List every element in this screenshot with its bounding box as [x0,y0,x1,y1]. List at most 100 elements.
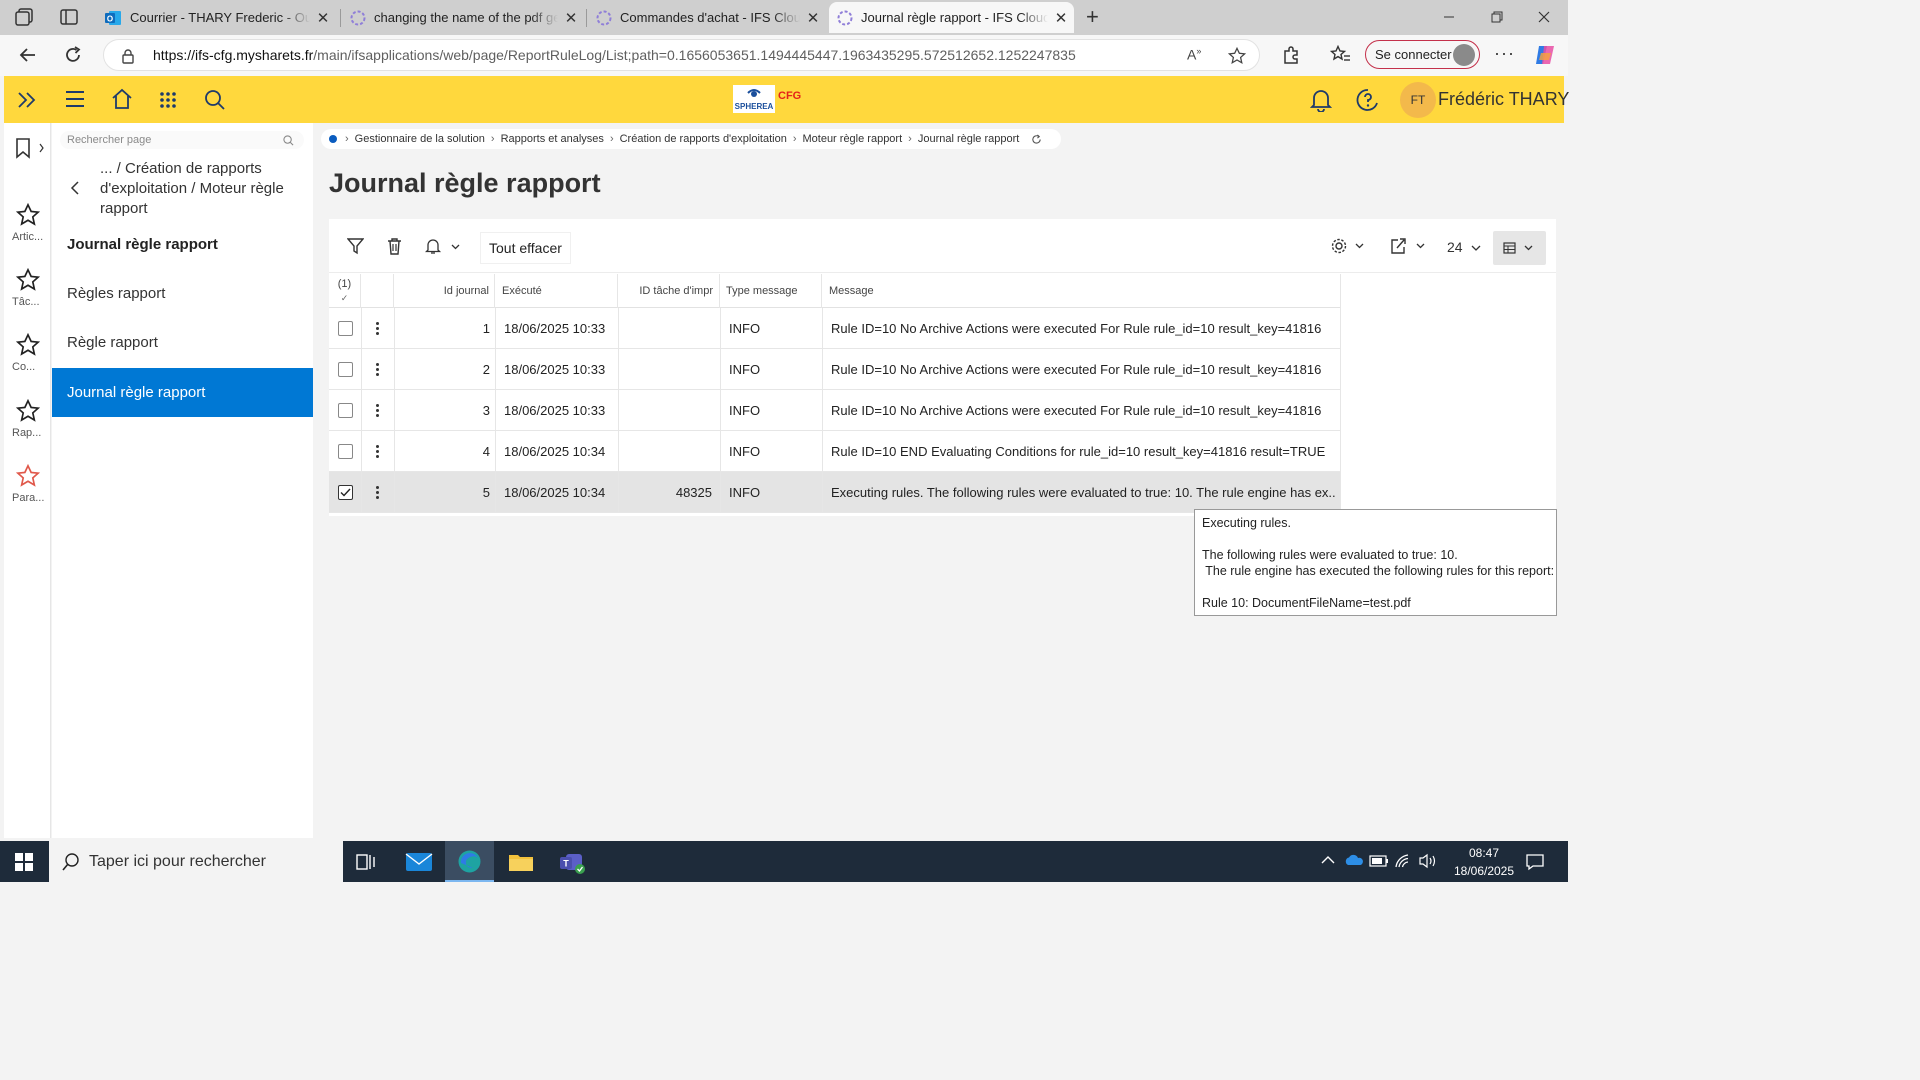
search-icon[interactable] [204,89,226,111]
onedrive-icon[interactable] [1344,853,1364,867]
sign-in-button[interactable]: Se connecter [1365,40,1480,69]
delete-icon[interactable] [387,237,402,255]
column-header-message[interactable]: Message [822,274,1341,308]
row-checkbox-checked[interactable] [338,485,353,500]
view-mode-dropdown[interactable] [1493,231,1546,265]
extensions-icon[interactable] [1281,45,1301,65]
new-tab-icon[interactable]: + [1086,6,1099,28]
url-field[interactable]: https://ifs-cfg.mysharets.fr/main/ifsapp… [103,39,1260,71]
edge-app-button[interactable] [445,841,494,882]
close-tab-icon[interactable]: ✕ [800,9,826,27]
task-view-icon[interactable] [356,852,378,872]
refresh-icon[interactable] [1031,134,1042,145]
table-row[interactable]: 1 18/06/2025 10:33 INFO Rule ID=10 No Ar… [329,308,1341,349]
nav-item-regles-rapport[interactable]: Règles rapport [52,269,313,318]
nav-item-regle-rapport[interactable]: Règle rapport [52,318,313,367]
user-name[interactable]: Frédéric THARY [1438,89,1569,110]
copilot-icon[interactable] [1533,43,1557,67]
mail-app-icon[interactable] [405,851,433,873]
close-tab-icon[interactable]: ✕ [1048,9,1074,27]
column-header-type-message[interactable]: Type message [720,274,822,308]
notification-center-icon[interactable] [1526,853,1544,871]
row-menu-icon[interactable] [376,363,379,378]
table-row-selected[interactable]: 5 18/06/2025 10:34 48325 INFO Executing … [329,472,1341,513]
table-row[interactable]: 2 18/06/2025 10:33 INFO Rule ID=10 No Ar… [329,349,1341,390]
clear-all-button[interactable]: Tout effacer [480,232,571,264]
favorite-item-commandes[interactable]: Co... [4,333,51,373]
back-icon[interactable] [18,45,38,65]
notification-bell-dropdown[interactable] [425,237,461,255]
back-chevron-icon[interactable] [70,181,80,195]
company-logo[interactable]: SPHEREA CFG [733,85,803,113]
home-icon[interactable] [111,88,133,110]
breadcrumb-item[interactable]: Gestionnaire de la solution [355,133,485,145]
favorite-item-taches[interactable]: Tâc... [4,268,51,308]
breadcrumb-item[interactable]: Rapports et analyses [501,133,604,145]
menu-icon[interactable] [65,90,85,108]
teams-icon[interactable]: T [558,850,588,876]
user-avatar[interactable]: FT [1400,82,1436,118]
favorite-item-parametres[interactable]: Para... [4,464,51,504]
table-row[interactable]: 3 18/06/2025 10:33 INFO Rule ID=10 No Ar… [329,390,1341,431]
nav-parent-path[interactable]: ... / Création de rapports d'exploitatio… [100,159,305,219]
select-all-header[interactable]: (1) ✓ [329,274,361,308]
cell-type-message: INFO [729,362,761,377]
read-aloud-icon[interactable]: A» [1187,46,1201,63]
close-tab-icon[interactable]: ✕ [310,9,336,27]
breadcrumb-item[interactable]: Moteur règle rapport [802,133,902,145]
tab-outlook[interactable]: O Courrier - THARY Frederic - Outlook ✕ [96,2,336,33]
breadcrumb-item[interactable]: Création de rapports d'exploitation [620,133,787,145]
row-menu-icon[interactable] [376,445,379,460]
page-size-dropdown[interactable]: 24 [1447,239,1481,255]
windows-start-icon[interactable] [15,853,33,871]
more-options-icon[interactable]: ··· [1494,43,1515,64]
favorite-star-icon[interactable] [1228,47,1246,65]
apps-grid-icon[interactable] [159,91,177,109]
refresh-icon[interactable] [63,45,83,65]
tab-changing-name[interactable]: changing the name of the pdf generated ✕ [342,2,584,33]
restore-icon[interactable] [1474,0,1520,34]
close-window-icon[interactable] [1521,0,1567,34]
favorites-rail: Artic... Tâc... Co... Rap... Para... [4,123,51,838]
column-header-execute[interactable]: Exécuté [495,274,618,308]
workspaces-icon[interactable] [14,7,36,27]
favorite-item-rapports[interactable]: Rap... [4,399,51,439]
row-menu-icon[interactable] [376,322,379,337]
close-tab-icon[interactable]: ✕ [558,9,584,27]
favorite-label: Artic... [12,231,44,243]
volume-icon[interactable] [1418,853,1438,869]
row-menu-icon[interactable] [376,486,379,501]
column-header-id-journal[interactable]: Id journal [394,274,495,308]
nav-item-journal-regle-rapport[interactable]: Journal règle rapport [52,368,313,417]
help-icon[interactable] [1356,88,1380,112]
svg-text:T: T [563,859,569,869]
file-explorer-icon[interactable] [508,851,534,873]
battery-icon[interactable] [1369,855,1389,867]
row-checkbox[interactable] [338,362,353,377]
expand-favorites-button[interactable] [4,76,50,123]
breadcrumb-home-dot-icon[interactable] [329,135,337,143]
taskbar-search-input[interactable]: Taper ici pour rechercher [49,841,343,882]
show-hidden-icons[interactable] [1321,855,1335,865]
tab-commandes-achat[interactable]: Commandes d'achat - IFS Cloud f ✕ [588,2,826,33]
wifi-icon[interactable] [1394,853,1414,869]
filter-icon[interactable] [347,237,364,255]
table-row[interactable]: 4 18/06/2025 10:34 INFO Rule ID=10 END E… [329,431,1341,472]
settings-dropdown[interactable] [1331,237,1365,255]
export-dropdown[interactable] [1390,237,1426,255]
tab-actions-icon[interactable] [59,8,79,26]
favorite-item-articles[interactable]: Artic... [4,203,51,243]
row-checkbox[interactable] [338,444,353,459]
minimize-icon[interactable] [1426,0,1472,34]
page-search-input[interactable]: Rechercher page [60,131,304,149]
taskbar-clock[interactable]: 08:47 18/06/2025 [1449,844,1519,880]
notifications-bell-icon[interactable] [1310,88,1332,112]
bookmark-icon[interactable] [14,137,44,159]
favorites-bar-icon[interactable] [1330,45,1352,65]
row-checkbox[interactable] [338,403,353,418]
tab-journal-regle-rapport[interactable]: Journal règle rapport - IFS Cloud f ✕ [829,2,1074,33]
row-checkbox[interactable] [338,321,353,336]
column-header-id-tache[interactable]: ID tâche d'impr [618,274,720,308]
row-menu-icon[interactable] [376,404,379,419]
lock-icon[interactable] [121,48,135,64]
